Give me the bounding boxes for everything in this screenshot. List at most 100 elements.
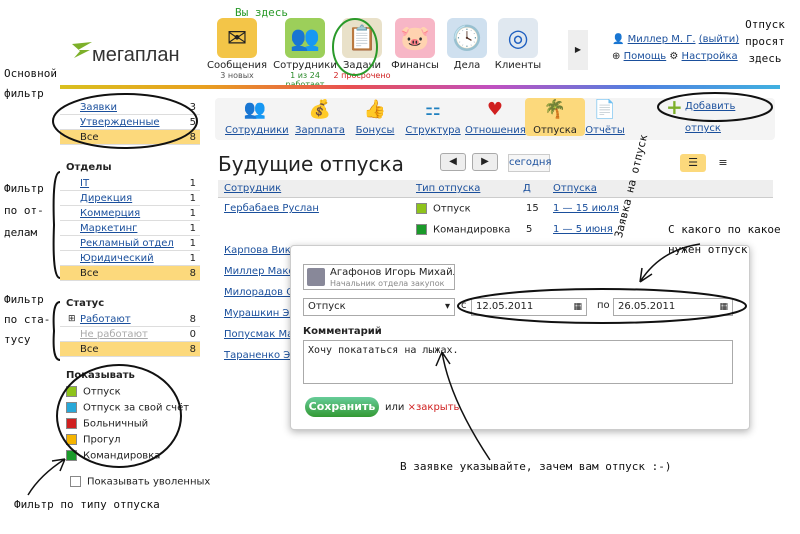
dates[interactable]: 1 — 15 июля bbox=[553, 203, 619, 214]
dept-label[interactable]: Маркетинг bbox=[80, 223, 137, 234]
show-fired[interactable]: Показывать уволенных bbox=[70, 476, 210, 488]
dept-commerce[interactable]: Коммерция 1 bbox=[60, 206, 200, 221]
expand-icon[interactable]: ⊞ bbox=[68, 312, 76, 327]
status-all[interactable]: Все 8 bbox=[60, 342, 200, 357]
dept-label[interactable]: IT bbox=[80, 178, 89, 189]
col-type[interactable]: Тип отпуска bbox=[416, 183, 480, 194]
logo[interactable]: мегаплан bbox=[70, 38, 190, 68]
type-filter-circle bbox=[56, 364, 182, 468]
gear-icon: ⚙ bbox=[669, 51, 679, 62]
today-button[interactable]: сегодня bbox=[508, 154, 552, 172]
count: 8 bbox=[189, 344, 196, 355]
tab-bonuses[interactable]: 👍 Бонусы bbox=[345, 98, 405, 136]
dept-label[interactable]: Рекламный отдел bbox=[80, 238, 174, 249]
status-filter: Статус ⊞ Работают 8 Не работают 0 Все 8 bbox=[60, 296, 200, 357]
or-label: или bbox=[385, 402, 405, 413]
count: 1 bbox=[189, 253, 196, 264]
settings-link[interactable]: Настройка bbox=[682, 51, 738, 62]
status-bracket bbox=[52, 301, 61, 361]
tab-relations[interactable]: ♥ Отношения bbox=[465, 98, 526, 136]
tab-label[interactable]: Отношения bbox=[465, 125, 526, 136]
days: 15 bbox=[526, 203, 539, 214]
nav-label: Сообщения bbox=[207, 60, 268, 71]
user-icon: 👤 bbox=[612, 34, 625, 45]
help-link[interactable]: Помощь bbox=[624, 51, 667, 62]
dates[interactable]: 1 — 5 июня bbox=[553, 224, 613, 235]
status-label[interactable]: Не работают bbox=[80, 329, 148, 340]
dept-filter: Отделы IT 1 Дирекция 1 Коммерция 1 Маркетин… bbox=[60, 160, 200, 281]
dept-label[interactable]: Юридический bbox=[80, 253, 154, 264]
dept-all[interactable]: Все 8 bbox=[60, 266, 200, 281]
people-icon: 👥 bbox=[285, 18, 325, 58]
logout-link[interactable]: (выйти) bbox=[699, 34, 739, 45]
prev-button[interactable]: ◀ bbox=[440, 153, 466, 171]
dept-label: Все bbox=[80, 268, 99, 279]
status-label[interactable]: Работают bbox=[80, 314, 131, 325]
dept-marketing[interactable]: Маркетинг 1 bbox=[60, 221, 200, 236]
report-icon: 📄 bbox=[593, 99, 617, 120]
dept-legal[interactable]: Юридический 1 bbox=[60, 251, 200, 266]
count: 1 bbox=[189, 178, 196, 189]
tab-reports[interactable]: 📄 Отчёты bbox=[575, 98, 635, 136]
structure-icon: ⚏ bbox=[424, 99, 442, 120]
next-button[interactable]: ▶ bbox=[472, 153, 498, 171]
tab-label[interactable]: Структура bbox=[403, 125, 463, 136]
annotation-status-filter: Фильтр по ста- тусу bbox=[4, 293, 51, 346]
tab-label[interactable]: Отчёты bbox=[575, 125, 635, 136]
col-employee[interactable]: Сотрудник bbox=[224, 183, 281, 194]
close-icon[interactable]: × bbox=[408, 402, 416, 413]
save-button[interactable]: Сохранить bbox=[305, 397, 379, 417]
person-name: Агафонов Игорь Михайло bbox=[330, 267, 454, 278]
tab-structure[interactable]: ⚏ Структура bbox=[403, 98, 463, 136]
count: 8 bbox=[189, 268, 196, 279]
user-name[interactable]: Миллер М. Г. bbox=[628, 34, 696, 45]
leave-type-select[interactable]: Отпуск ▾ bbox=[303, 298, 455, 316]
heart-icon: ♥ bbox=[486, 99, 504, 120]
person-position: Начальник отдела закупок bbox=[330, 279, 445, 288]
target-icon: ◎ bbox=[498, 18, 538, 58]
table-row: Гербабаев Руслан Отпуск 15 1 — 15 июля bbox=[218, 198, 773, 219]
annotation-asked-here: Отпуск просят здесь bbox=[745, 18, 785, 65]
add-leave-circle bbox=[657, 92, 773, 122]
nav-more-arrow-icon[interactable]: ▶ bbox=[568, 30, 588, 70]
employee-name[interactable]: Милорадов Ол bbox=[224, 287, 300, 298]
tab-label[interactable]: Сотрудники bbox=[225, 125, 289, 136]
col-days[interactable]: Д bbox=[523, 183, 531, 194]
status-not-working[interactable]: Не работают 0 bbox=[60, 327, 200, 342]
tab-employees[interactable]: 👥 Сотрудники bbox=[225, 98, 289, 136]
employee-name[interactable]: Гербабаев Руслан bbox=[224, 203, 319, 214]
employee-name[interactable]: Попусмак Мар bbox=[224, 329, 300, 340]
people-icon: 👥 bbox=[243, 99, 267, 120]
tab-salary[interactable]: 💰 Зарплата bbox=[290, 98, 350, 136]
count: 8 bbox=[189, 314, 196, 325]
count: 1 bbox=[189, 238, 196, 249]
dept-bracket bbox=[52, 171, 61, 279]
dept-it[interactable]: IT 1 bbox=[60, 176, 200, 191]
dept-label[interactable]: Коммерция bbox=[80, 208, 140, 219]
type-filter-arrow bbox=[27, 458, 66, 496]
table-header: Сотрудник Тип отпуска Д Отпуска bbox=[218, 180, 773, 198]
dept-direction[interactable]: Дирекция 1 bbox=[60, 191, 200, 206]
nav-finance[interactable]: 🐷 Финансы bbox=[385, 18, 445, 71]
tab-label[interactable]: Бонусы bbox=[345, 125, 405, 136]
list-view-icon[interactable]: ☰ bbox=[680, 154, 706, 172]
dept-advertising[interactable]: Рекламный отдел 1 bbox=[60, 236, 200, 251]
coin-icon: 💰 bbox=[308, 99, 332, 120]
clock-icon: 🕓 bbox=[447, 18, 487, 58]
col-leaves[interactable]: Отпуска bbox=[553, 183, 597, 194]
logo-text: мегаплан bbox=[92, 44, 180, 66]
gantt-view-icon[interactable]: ≡ bbox=[710, 154, 736, 172]
nav-messages[interactable]: ✉ Сообщения 3 новых bbox=[207, 18, 267, 80]
status-title: Статус bbox=[66, 298, 105, 309]
chevron-down-icon: ▾ bbox=[444, 301, 450, 312]
person-select[interactable]: Агафонов Игорь Михайло Начальник отдела … bbox=[303, 264, 455, 290]
envelope-icon: ✉ bbox=[217, 18, 257, 58]
nav-clients[interactable]: ◎ Клиенты bbox=[488, 18, 548, 71]
dept-label[interactable]: Дирекция bbox=[80, 193, 132, 204]
you-are-here-circle bbox=[332, 18, 378, 76]
employee-name[interactable]: Миллер Макси bbox=[224, 266, 300, 277]
status-working[interactable]: ⊞ Работают 8 bbox=[60, 312, 200, 327]
tab-label[interactable]: Зарплата bbox=[290, 125, 350, 136]
count: 1 bbox=[189, 193, 196, 204]
period-arrow bbox=[639, 243, 701, 283]
